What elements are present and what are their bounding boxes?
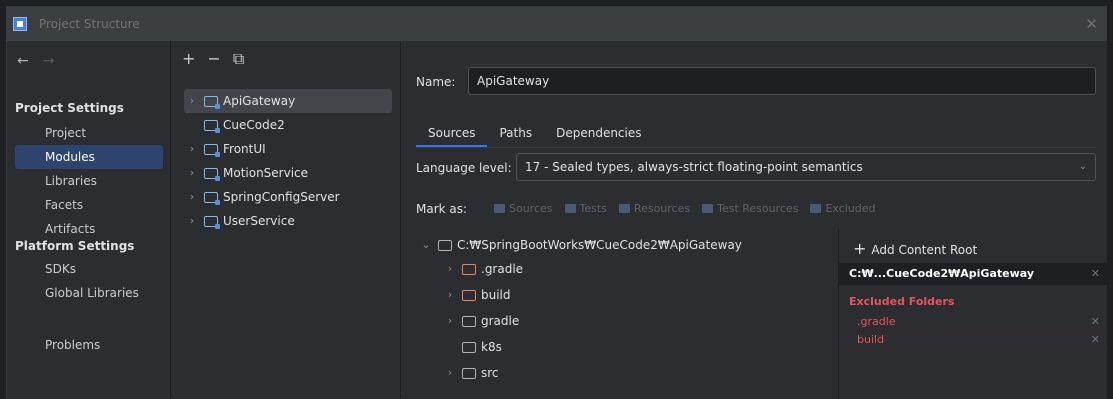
nav-item-artifacts[interactable]: Artifacts [15,217,163,241]
remove-module-icon[interactable]: − [207,49,220,69]
mark-as-label: Mark as: [416,202,468,216]
platform-settings-heading: Platform Settings [15,239,135,253]
remove-excluded-icon[interactable]: ✕ [1091,331,1100,349]
plus-icon: + [853,239,867,258]
chevron-right-icon[interactable]: › [442,257,458,281]
language-level-label: Language level: [416,161,512,175]
module-label: SpringConfigServer [223,190,340,204]
folder-icon [462,341,476,353]
module-folder-icon [204,191,220,205]
folder-icon [462,367,476,379]
mark-excluded-button[interactable]: Excluded [810,202,876,215]
folder-icon [462,315,476,327]
project-settings-heading: Project Settings [15,101,124,115]
resources-folder-icon [618,204,630,213]
module-details-pane: Name: Sources Paths Dependencies Languag… [402,41,1108,399]
tests-folder-icon [564,204,576,213]
chevron-right-icon[interactable]: › [184,209,200,233]
folder-icon [438,239,452,251]
add-content-root-button[interactable]: + Add Content Root [853,239,977,258]
nav-item-libraries[interactable]: Libraries [15,169,163,193]
project-structure-dialog: Project Structure ✕ ← → Project Settings… [6,6,1108,399]
module-label: ApiGateway [223,94,296,108]
nav-item-global-libraries[interactable]: Global Libraries [15,281,163,305]
module-name-input[interactable] [468,67,1096,95]
module-label: CueCode2 [223,118,285,132]
module-label: UserService [223,214,295,228]
close-icon[interactable]: ✕ [1085,15,1098,33]
excluded-folder-icon [462,263,476,275]
excluded-folders-heading: Excluded Folders [849,295,955,308]
module-item-apigateway[interactable]: › ApiGateway [184,89,392,113]
test-resources-folder-icon [702,204,714,213]
excluded-folder-item[interactable]: build ✕ [839,331,1108,349]
chevron-right-icon[interactable]: › [442,309,458,333]
back-arrow-icon[interactable]: ← [17,53,29,69]
remove-excluded-icon[interactable]: ✕ [1091,313,1100,331]
module-item-cuecode2[interactable]: CueCode2 [184,113,392,137]
chevron-right-icon[interactable]: › [442,361,458,385]
module-folder-icon [204,215,220,229]
module-list-pane: + − ⧉ › ApiGateway CueCode2 › FrontUI › … [172,41,401,399]
tab-dependencies[interactable]: Dependencies [544,121,653,147]
tree-item-src[interactable]: › src [442,361,499,385]
mark-test-resources-button[interactable]: Test Resources [702,202,798,215]
app-icon [13,17,27,31]
nav-item-facets[interactable]: Facets [15,193,163,217]
language-level-select[interactable]: 17 - Sealed types, always-strict floatin… [516,153,1096,181]
chevron-down-icon: ⌄ [1078,161,1087,172]
module-folder-icon [204,167,220,181]
tab-sources[interactable]: Sources [416,121,488,147]
tab-divider [416,147,1096,148]
title-bar: Project Structure ✕ [7,7,1106,41]
module-folder-icon [204,143,220,157]
nav-item-sdks[interactable]: SDKs [15,257,163,281]
chevron-down-icon[interactable]: ⌄ [418,233,434,257]
tree-item-k8s[interactable]: k8s [442,335,502,359]
add-module-icon[interactable]: + [182,49,195,69]
chevron-right-icon[interactable]: › [184,161,200,185]
tree-item-gradle[interactable]: › gradle [442,309,519,333]
module-item-frontui[interactable]: › FrontUI [184,137,392,161]
mark-tests-button[interactable]: Tests [564,202,607,215]
mark-as-toolbar: Sources Tests Resources Test Resources E… [494,202,876,215]
window-title: Project Structure [39,17,140,31]
chevron-right-icon[interactable]: › [184,89,200,113]
module-folder-icon [204,95,220,109]
tab-paths[interactable]: Paths [487,121,544,147]
module-tabs: Sources Paths Dependencies [416,121,654,147]
mark-resources-button[interactable]: Resources [618,202,690,215]
module-item-userservice[interactable]: › UserService [184,209,392,233]
module-folder-icon [204,119,220,133]
name-label: Name: [416,75,456,89]
mark-sources-button[interactable]: Sources [494,202,553,215]
tree-root[interactable]: ⌄ C:₩SpringBootWorks₩CueCode2₩ApiGateway [418,233,742,257]
chevron-right-icon[interactable]: › [442,283,458,307]
content-roots-panel: + Add Content Root C:₩...CueCode2₩ApiGate… [838,229,1108,399]
sources-folder-icon [494,204,505,213]
excluded-folder-icon [462,289,476,301]
chevron-right-icon[interactable]: › [184,185,200,209]
nav-item-project[interactable]: Project [15,121,163,145]
language-level-value: 17 - Sealed types, always-strict floatin… [525,160,863,174]
excluded-folder-icon [810,204,822,213]
nav-item-problems[interactable]: Problems [15,333,163,357]
copy-module-icon[interactable]: ⧉ [233,49,244,69]
tree-item-build[interactable]: › build [442,283,511,307]
module-label: MotionService [223,166,309,180]
module-item-springconfigserver[interactable]: › SpringConfigServer [184,185,392,209]
chevron-right-icon[interactable]: › [184,137,200,161]
excluded-folder-item[interactable]: .gradle ✕ [839,313,1108,331]
forward-arrow-icon[interactable]: → [43,53,55,69]
module-label: FrontUI [223,142,266,156]
content-root-path[interactable]: C:₩...CueCode2₩ApiGateway ✕ [839,263,1108,285]
content-root-tree: ⌄ C:₩SpringBootWorks₩CueCode2₩ApiGateway… [412,229,838,399]
settings-nav: ← → Project Settings Project Modules Lib… [7,41,171,399]
remove-root-icon[interactable]: ✕ [1091,263,1100,285]
tree-item-dot-gradle[interactable]: › .gradle [442,257,523,281]
module-item-motionservice[interactable]: › MotionService [184,161,392,185]
nav-item-modules[interactable]: Modules [15,145,163,169]
